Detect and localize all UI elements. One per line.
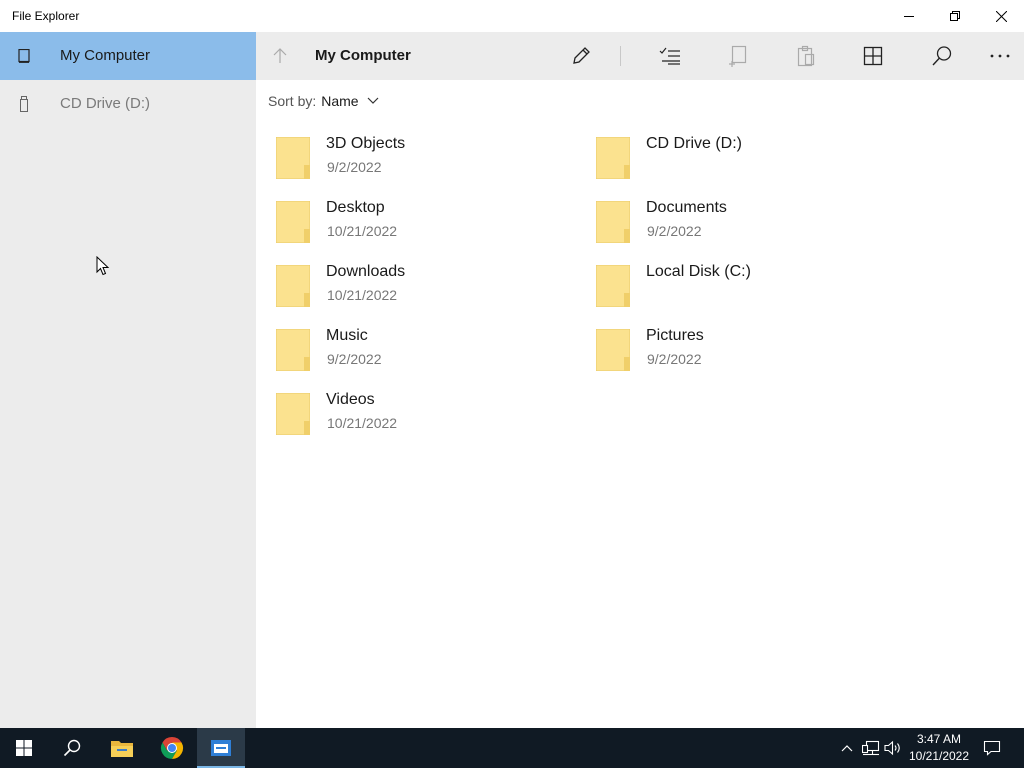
toolbar-separator xyxy=(620,46,621,66)
files-app-icon xyxy=(211,740,231,756)
item-name: Music xyxy=(326,327,368,344)
item-date: 9/2/2022 xyxy=(647,351,702,367)
folder-icon xyxy=(276,265,310,307)
search-icon[interactable] xyxy=(928,42,956,70)
clock-date: 10/21/2022 xyxy=(908,749,970,763)
folder-item[interactable]: 3D Objects 9/2/2022 xyxy=(276,134,576,190)
start-button[interactable] xyxy=(0,728,48,768)
volume-icon[interactable] xyxy=(884,740,902,756)
folder-icon xyxy=(596,329,630,371)
sort-label: Sort by: xyxy=(268,93,317,109)
window-title: File Explorer xyxy=(12,9,80,23)
chrome-icon xyxy=(160,737,184,759)
sort-value: Name xyxy=(321,93,359,109)
sidebar-item-cd-drive[interactable]: CD Drive (D:) xyxy=(0,80,256,128)
item-date: 10/21/2022 xyxy=(327,223,398,239)
new-icon[interactable] xyxy=(724,42,752,70)
current-location: My Computer xyxy=(315,47,411,64)
sidebar-item-label: CD Drive (D:) xyxy=(60,95,150,112)
taskbar-chrome[interactable] xyxy=(148,728,196,768)
minimize-button[interactable] xyxy=(886,0,932,32)
search-icon xyxy=(63,739,81,757)
item-name: Documents xyxy=(646,199,727,216)
close-icon xyxy=(995,10,1007,22)
notification-center-button[interactable] xyxy=(976,728,1008,768)
command-bar: My Computer xyxy=(256,32,1024,80)
file-explorer-icon xyxy=(111,741,133,757)
folder-item[interactable]: Downloads 10/21/2022 xyxy=(276,262,576,318)
folder-icon xyxy=(596,265,630,307)
item-name: Desktop xyxy=(326,199,385,216)
folder-item[interactable]: Music 9/2/2022 xyxy=(276,326,576,382)
folder-icon xyxy=(596,137,630,179)
item-date: 9/2/2022 xyxy=(327,351,382,367)
folder-icon xyxy=(276,137,310,179)
chevron-up-icon[interactable] xyxy=(838,740,856,756)
clock-time: 3:47 AM xyxy=(916,732,962,746)
folder-item[interactable]: Local Disk (C:) xyxy=(596,262,896,318)
item-date: 9/2/2022 xyxy=(647,223,702,239)
computer-icon xyxy=(16,48,32,64)
more-icon[interactable] xyxy=(986,42,1014,70)
sidebar: My Computer CD Drive (D:) xyxy=(0,32,256,728)
network-icon[interactable] xyxy=(862,740,880,756)
sort-control[interactable]: Sort by: Name xyxy=(268,93,379,109)
item-date: 10/21/2022 xyxy=(327,287,398,303)
taskbar-files-app[interactable] xyxy=(197,728,245,768)
folder-icon xyxy=(596,201,630,243)
item-name: Videos xyxy=(326,391,375,408)
item-date: 10/21/2022 xyxy=(327,415,398,431)
folder-item[interactable]: Pictures 9/2/2022 xyxy=(596,326,896,382)
chevron-down-icon xyxy=(367,97,379,105)
item-name: Pictures xyxy=(646,327,704,344)
sidebar-item-my-computer[interactable]: My Computer xyxy=(0,32,256,80)
select-icon[interactable] xyxy=(656,42,684,70)
folder-icon xyxy=(276,329,310,371)
title-bar: File Explorer xyxy=(0,0,1024,32)
mouse-cursor-icon xyxy=(96,256,110,276)
folder-item[interactable]: Desktop 10/21/2022 xyxy=(276,198,576,254)
close-button[interactable] xyxy=(978,0,1024,32)
sidebar-item-label: My Computer xyxy=(60,47,151,64)
item-name: Local Disk (C:) xyxy=(646,263,751,280)
item-date: 9/2/2022 xyxy=(327,159,382,175)
folder-item[interactable]: Documents 9/2/2022 xyxy=(596,198,896,254)
notification-icon xyxy=(983,740,1001,756)
windows-start-icon xyxy=(16,740,32,756)
folder-icon xyxy=(276,393,310,435)
taskbar-search-button[interactable] xyxy=(48,728,96,768)
folder-icon xyxy=(276,201,310,243)
restore-icon xyxy=(950,11,960,21)
taskbar: 3:47 AM 10/21/2022 xyxy=(0,728,1024,768)
taskbar-file-explorer[interactable] xyxy=(98,728,146,768)
item-name: Downloads xyxy=(326,263,406,280)
drive-icon xyxy=(16,96,32,112)
taskbar-clock[interactable]: 3:47 AM 10/21/2022 xyxy=(904,731,974,765)
rename-icon[interactable] xyxy=(567,42,595,70)
folder-item[interactable]: CD Drive (D:) xyxy=(596,134,896,190)
item-name: CD Drive (D:) xyxy=(646,135,742,152)
up-arrow-icon[interactable] xyxy=(270,46,290,66)
item-name: 3D Objects xyxy=(326,135,406,152)
restore-button[interactable] xyxy=(932,0,978,32)
view-icon[interactable] xyxy=(859,42,887,70)
minimize-icon xyxy=(904,16,914,17)
paste-icon[interactable] xyxy=(792,42,820,70)
folder-item[interactable]: Videos 10/21/2022 xyxy=(276,390,576,446)
